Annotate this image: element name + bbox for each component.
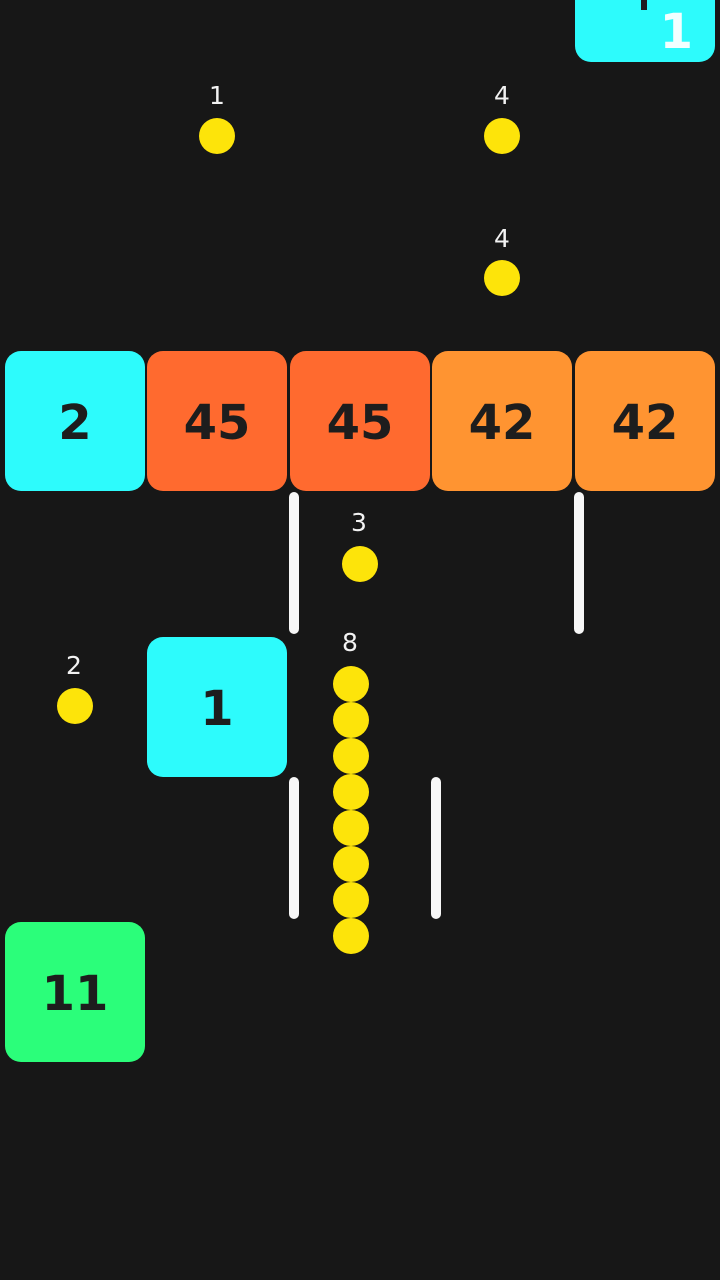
block-value: 42 — [611, 395, 679, 451]
block-value: 45 — [183, 395, 251, 451]
snake-segment — [333, 846, 369, 882]
pickup-ball — [199, 118, 235, 154]
block-value: 2 — [58, 395, 92, 451]
block-value: 1 — [200, 681, 234, 737]
block: 42 — [432, 351, 572, 491]
block-value: 11 — [41, 966, 109, 1022]
snake-segment — [333, 702, 369, 738]
pickup-ball — [342, 546, 378, 582]
pickup-ball — [57, 688, 93, 724]
game-board[interactable]: 1 1 4 4 2 45 45 42 42 3 2 1 8 11 — [0, 0, 720, 1280]
pickup-label: 3 — [351, 508, 367, 537]
block-value: 42 — [468, 395, 536, 451]
snake-length-label: 8 — [342, 628, 358, 657]
block-value: 45 — [326, 395, 394, 451]
pickup-label: 1 — [209, 81, 225, 110]
wall — [289, 777, 299, 919]
block: 42 — [575, 351, 715, 491]
block: 2 — [5, 351, 145, 491]
snake-segment — [333, 738, 369, 774]
block: 45 — [290, 351, 430, 491]
snake-segment — [333, 918, 369, 954]
block: 1 — [147, 637, 287, 777]
wall — [431, 777, 441, 919]
snake-segment — [333, 774, 369, 810]
top-edge-block-value: 1 — [659, 4, 693, 60]
snake-head — [333, 666, 369, 702]
pickup-ball — [484, 260, 520, 296]
top-edge-block-glyph-stub — [641, 0, 647, 10]
wall — [574, 492, 584, 634]
pickup-ball — [484, 118, 520, 154]
block: 45 — [147, 351, 287, 491]
pickup-label: 4 — [494, 224, 510, 253]
block: 11 — [5, 922, 145, 1062]
snake-segment — [333, 810, 369, 846]
pickup-label: 2 — [66, 651, 82, 680]
snake-segment — [333, 882, 369, 918]
wall — [289, 492, 299, 634]
top-edge-block: 1 — [575, 0, 715, 62]
pickup-label: 4 — [494, 81, 510, 110]
